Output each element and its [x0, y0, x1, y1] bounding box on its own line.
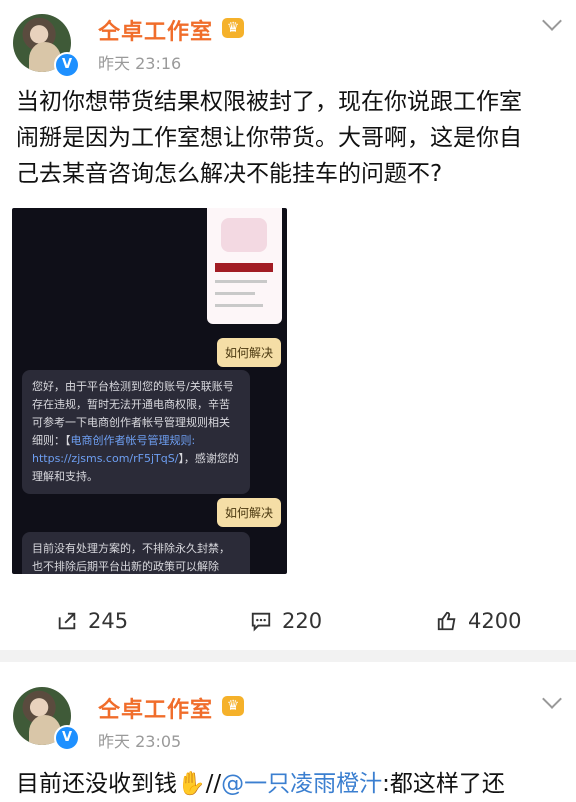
- member-crown-icon: ♛: [222, 696, 244, 716]
- rules-link: 电商创作者帐号管理规则:: [70, 434, 196, 447]
- service-card: [207, 208, 282, 324]
- post-text: 目前还没收到钱✋//@一只凌雨橙汁:都这样了还: [16, 766, 564, 802]
- how-to-solve-button: 如何解决: [217, 338, 282, 367]
- repost-count: 245: [88, 609, 129, 633]
- comment-button[interactable]: 220: [250, 606, 322, 636]
- like-button[interactable]: 4200: [436, 606, 521, 636]
- rules-url: https://zjsms.com/rF5jTqS/: [32, 452, 179, 465]
- card-line: [215, 304, 263, 307]
- card-line: [215, 280, 267, 283]
- mention-link[interactable]: @一只凌雨橙汁: [221, 771, 382, 797]
- hand-emoji-icon: ✋: [177, 771, 206, 797]
- action-bar: 245 220 4200: [0, 600, 576, 642]
- card-line: [215, 292, 255, 295]
- weibo-post-2: V 仝卓工作室 ♛ 昨天 23:05 目前还没收到钱✋//@一只凌雨橙汁:都这样…: [0, 662, 576, 797]
- author-name[interactable]: 仝卓工作室: [98, 14, 213, 46]
- like-count: 4200: [468, 609, 522, 633]
- service-reply: 目前没有处理方案的，不排除永久封禁，也不排除后期平台出新的政策可以解除: [22, 532, 250, 574]
- chevron-down-icon[interactable]: [542, 11, 562, 31]
- member-crown-icon: ♛: [222, 18, 244, 38]
- post-text: 当初你想带货结果权限被封了，现在你说跟工作室 闹掰是因为工作室想让你带货。大哥啊…: [16, 84, 564, 192]
- feed-divider: [0, 650, 576, 662]
- verified-v-icon: V: [54, 725, 80, 751]
- repost-button[interactable]: 245: [56, 606, 128, 636]
- attached-screenshot[interactable]: 如何解决 您好，由于平台检测到您的账号/关联账号存在违规，暂时无法开通电商权限，…: [12, 208, 287, 574]
- post-text-line: 闹掰是因为工作室想让你带货。大哥啊，这是你自: [16, 125, 522, 151]
- comment-icon: [251, 612, 271, 632]
- service-reply: 您好，由于平台检测到您的账号/关联账号存在违规，暂时无法开通电商权限，辛苦可参考…: [22, 370, 250, 494]
- repost-separator: //: [205, 771, 222, 797]
- post-text-end: :都这样了还: [382, 771, 505, 797]
- verified-v-icon: V: [54, 52, 80, 78]
- share-icon: [58, 612, 76, 630]
- thumbs-up-icon: [437, 611, 456, 631]
- comment-count: 220: [282, 609, 323, 633]
- post-time: 昨天 23:05: [98, 732, 182, 751]
- how-to-solve-button: 如何解决: [217, 498, 282, 527]
- author-name[interactable]: 仝卓工作室: [98, 692, 213, 724]
- tiktok-logo-icon: [221, 218, 267, 252]
- post-text-line: 己去某音咨询怎么解决不能挂车的问题不?: [16, 161, 443, 187]
- chevron-down-icon[interactable]: [542, 689, 562, 709]
- post-time: 昨天 23:16: [98, 54, 182, 73]
- post-text-line: 当初你想带货结果权限被封了，现在你说跟工作室: [16, 89, 522, 115]
- post-text-start: 目前还没收到钱: [16, 771, 177, 797]
- weibo-post-1: V 仝卓工作室 ♛ 昨天 23:16 当初你想带货结果权限被封了，现在你说跟工作…: [0, 0, 576, 650]
- card-banner: [215, 263, 273, 272]
